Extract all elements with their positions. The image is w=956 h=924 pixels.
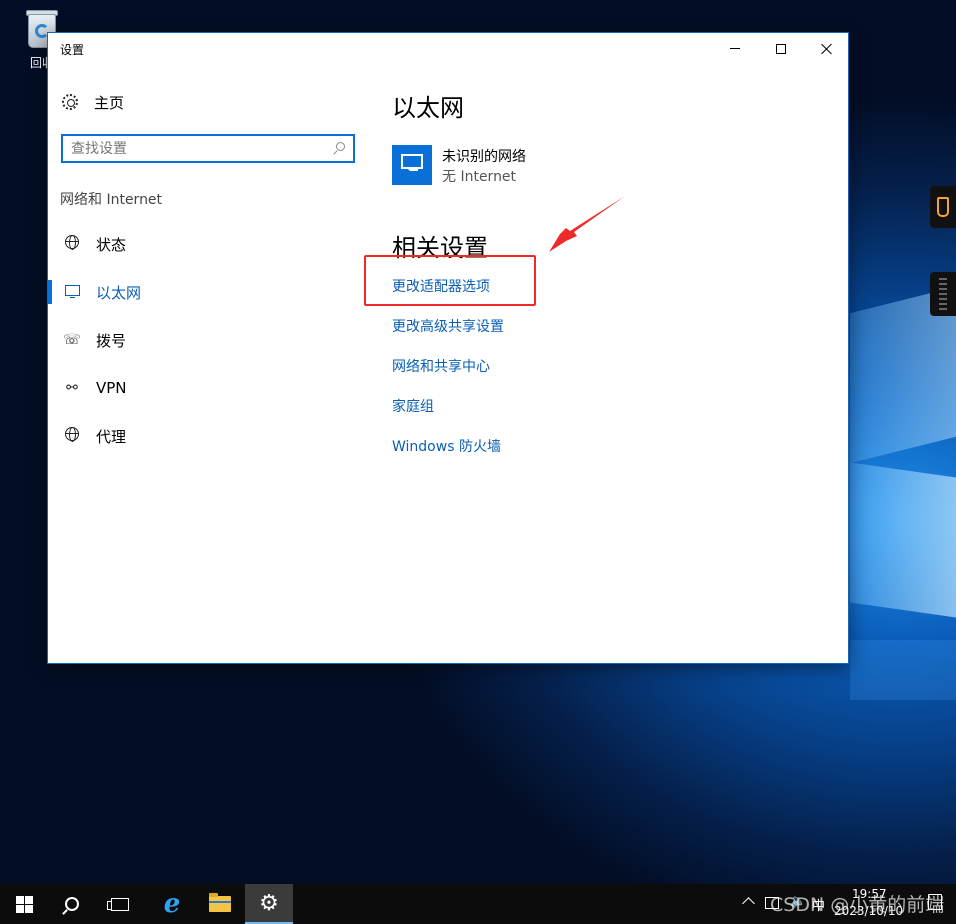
network-sharing-center-link[interactable]: 网络和共享中心	[392, 356, 490, 376]
close-button[interactable]	[804, 33, 850, 64]
sidebar-item-label: 状态	[96, 235, 127, 254]
task-view-button[interactable]	[96, 884, 144, 924]
dialup-icon: ☏	[63, 332, 81, 348]
globe-icon	[65, 427, 79, 442]
sidebar-item-label: VPN	[96, 379, 127, 397]
sidebar-item-label: 以太网	[96, 283, 142, 302]
settings-taskbar-button[interactable]: ⚙	[245, 884, 293, 924]
globe-icon	[65, 235, 79, 250]
wallpaper-beam	[850, 640, 956, 700]
minimize-icon	[730, 48, 740, 49]
ethernet-monitor-icon	[64, 285, 80, 298]
maximize-icon	[776, 43, 786, 54]
homegroup-link[interactable]: 家庭组	[392, 396, 434, 416]
title-bar[interactable]: 设置	[48, 33, 848, 64]
close-icon	[821, 43, 833, 55]
network-name[interactable]: 未识别的网络	[442, 146, 526, 166]
sidebar-home-label: 主页	[94, 93, 125, 112]
search-icon	[65, 897, 79, 911]
sidebar-item-status[interactable]: 状态	[48, 231, 348, 257]
sidebar-item-vpn[interactable]: ⚯ VPN	[48, 375, 348, 401]
internet-explorer-icon: e	[163, 889, 181, 919]
network-status: 无 Internet	[442, 169, 517, 185]
sidebar-section-title: 网络和 Internet	[60, 192, 163, 208]
search-taskbar-button[interactable]	[48, 884, 96, 924]
search-box[interactable]	[61, 134, 355, 163]
ie-taskbar-button[interactable]: e	[148, 884, 196, 924]
watermark: CSDN @小黄的前端	[770, 894, 945, 916]
sidebar-item-proxy[interactable]: 代理	[48, 423, 348, 449]
file-explorer-taskbar-button[interactable]	[196, 884, 244, 924]
minimize-button[interactable]	[712, 33, 758, 64]
search-icon[interactable]	[333, 142, 345, 155]
wallpaper-beam	[850, 462, 956, 618]
windows-firewall-link[interactable]: Windows 防火墙	[392, 436, 501, 456]
page-title: 以太网	[392, 94, 464, 122]
windows-logo-icon	[15, 895, 33, 913]
folder-icon	[209, 893, 231, 912]
usb-icon	[937, 197, 949, 217]
annotation-highlight-box	[364, 255, 536, 306]
vpn-icon: ⚯	[66, 380, 78, 396]
sidebar-item-ethernet[interactable]: 以太网	[48, 279, 348, 305]
show-hidden-icons-button[interactable]	[742, 896, 754, 908]
search-input[interactable]	[71, 139, 321, 159]
start-button[interactable]	[0, 884, 48, 924]
sidebar-item-label: 代理	[96, 427, 127, 446]
network-adapter-icon[interactable]	[392, 145, 432, 185]
task-view-icon	[107, 897, 129, 911]
active-indicator	[48, 280, 52, 304]
settings-window: 设置 主页 网络和 Internet 状态 以太网 ☏ 拨号 ⚯ VPN 代理 …	[47, 32, 849, 664]
gear-icon	[62, 94, 78, 110]
side-toolbar-widget[interactable]	[930, 272, 956, 316]
usb-widget[interactable]	[930, 186, 956, 228]
window-title: 设置	[60, 43, 85, 57]
grip-icon	[939, 278, 947, 310]
gear-icon: ⚙	[259, 890, 279, 916]
sidebar-item-dialup[interactable]: ☏ 拨号	[48, 327, 348, 353]
sidebar-home[interactable]: 主页	[62, 91, 124, 113]
sidebar-item-label: 拨号	[96, 331, 127, 350]
maximize-button[interactable]	[758, 33, 804, 64]
advanced-sharing-settings-link[interactable]: 更改高级共享设置	[392, 316, 504, 336]
